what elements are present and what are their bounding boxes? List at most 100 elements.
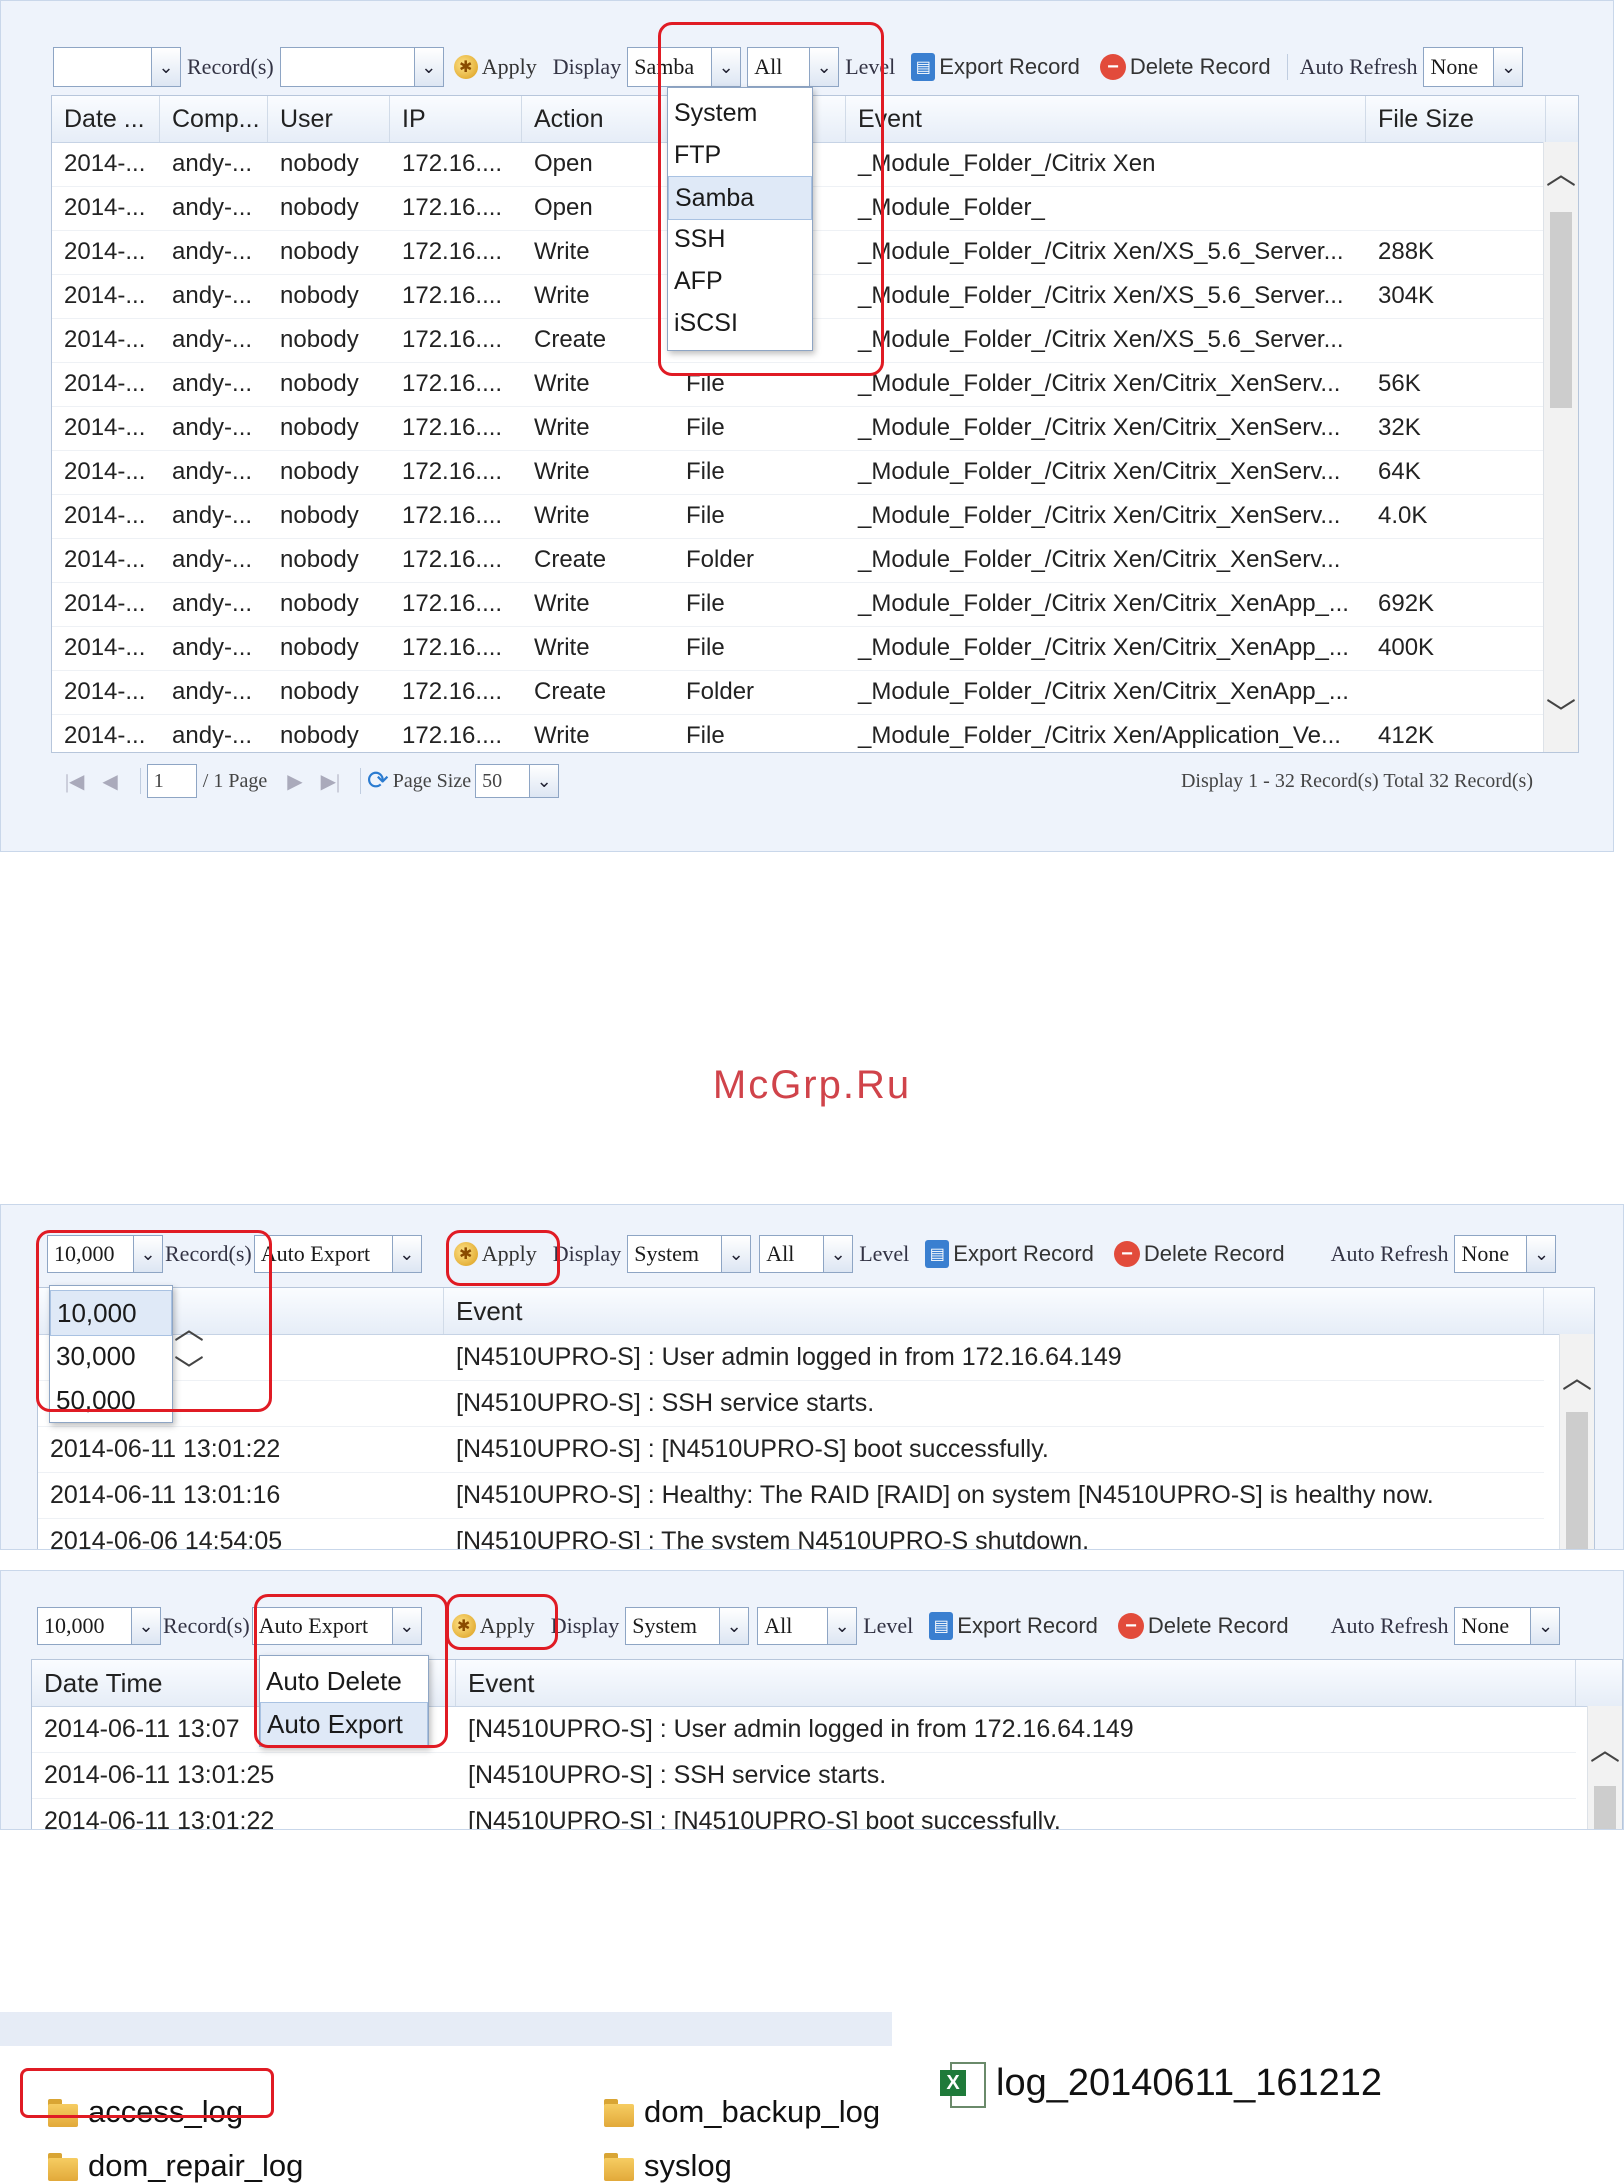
table-cell: File — [686, 590, 725, 617]
highlight-apply-button — [446, 1594, 558, 1650]
chevron-down-icon[interactable]: ﹀ — [1544, 700, 1578, 730]
table-row[interactable]: 2014-06-11 13:01:22 [N4510UPRO-S] : [N451… — [32, 1798, 1576, 1830]
action-select[interactable]: ⌄ — [279, 47, 444, 87]
auto-refresh-select[interactable]: None ⌄ — [1423, 47, 1524, 87]
action-select[interactable]: Auto Export ⌄ — [253, 1235, 422, 1273]
table-row[interactable]: 2014-... andy-... nobody 172.16.... Write Fil… — [52, 626, 1546, 671]
table-cell: 2014-... — [64, 282, 146, 309]
vertical-scrollbar[interactable]: ︿ — [1587, 1706, 1622, 1829]
table-cell: nobody — [280, 326, 359, 353]
vertical-scrollbar[interactable]: ︿ ﹀ — [1543, 142, 1578, 752]
chevron-down-icon[interactable]: ⌄ — [721, 1236, 751, 1272]
table-row[interactable]: 2014-... andy-... nobody 172.16.... Create Fo… — [52, 538, 1546, 583]
table-cell: andy-... — [172, 194, 253, 221]
table-cell: Write — [534, 238, 590, 265]
table-cell: Folder — [686, 678, 755, 705]
table-row[interactable]: 2014-... andy-... nobody 172.16.... Write Fil… — [52, 494, 1546, 539]
export-file-pane: Xlog_20140611_161212 — [892, 2012, 1508, 2176]
delete-record-button[interactable]: − Delete Record — [1104, 1241, 1295, 1267]
chevron-down-icon[interactable]: ⌄ — [131, 1608, 160, 1644]
level-select[interactable]: All ⌄ — [759, 1235, 854, 1273]
next-page-icon[interactable]: ▶ — [287, 769, 302, 794]
folder-syslog[interactable]: syslog — [604, 2148, 732, 2184]
export-record-button[interactable]: ▤ Export Record — [901, 53, 1090, 81]
last-page-icon[interactable]: ▶| — [321, 769, 340, 794]
level-select[interactable]: All ⌄ — [757, 1607, 858, 1645]
chevron-down-icon[interactable]: ⌄ — [391, 1236, 421, 1272]
first-page-icon[interactable]: |◀ — [65, 769, 84, 794]
table-row[interactable]: 2014-06-06 14:54:05 [N4510UPRO-S] : The s… — [38, 1518, 1544, 1550]
export-record-button[interactable]: ▤ Export Record — [915, 1240, 1104, 1268]
table-row[interactable]: 2014-06-11 13:01:25 [N4510UPRO-S] : SSH s… — [32, 1752, 1576, 1799]
table-row[interactable]: 2014-06-11 13:01:16 [N4510UPRO-S] : Healt… — [38, 1472, 1544, 1519]
column-header[interactable]: User — [268, 96, 390, 142]
export-record-button[interactable]: ▤ Export Record — [919, 1612, 1108, 1640]
page-number-input[interactable]: 1 — [146, 764, 197, 798]
folder-dom-backup-log[interactable]: dom_backup_log — [604, 2094, 880, 2130]
scrollbar-thumb[interactable] — [1550, 212, 1572, 408]
chevron-down-icon[interactable]: ⌄ — [1530, 1608, 1560, 1644]
table-cell: File — [686, 458, 725, 485]
column-header[interactable]: IP — [390, 96, 522, 142]
chevron-up-icon[interactable]: ︿ — [1588, 1736, 1622, 1766]
chevron-down-icon[interactable]: ⌄ — [413, 48, 443, 86]
column-header[interactable]: Date ... — [52, 96, 160, 142]
table-row[interactable]: 2014-... andy-... nobody 172.16.... Write Fil… — [52, 582, 1546, 627]
pager-divider — [360, 768, 361, 794]
refresh-icon[interactable]: ⟳ — [367, 766, 389, 796]
scrollbar-thumb[interactable] — [1566, 1412, 1588, 1549]
table-cell: 2014-06-11 13:01:25 — [44, 1760, 275, 1789]
chevron-down-icon[interactable]: ⌄ — [827, 1608, 857, 1644]
table-cell: nobody — [280, 590, 359, 617]
chevron-down-icon[interactable]: ⌄ — [1493, 48, 1523, 86]
table-cell: 172.16.... — [402, 194, 503, 221]
table-row[interactable]: 2014-... andy-... nobody 172.16.... Create Fo… — [52, 670, 1546, 715]
column-header[interactable]: Event — [456, 1660, 1576, 1706]
table-cell: _Module_Folder_/Citrix Xen/XS_5.6_Server… — [858, 282, 1344, 309]
table-row[interactable]: 2014-06-11 13:01:22 [N4510UPRO-S] : [N451… — [38, 1426, 1544, 1473]
display-select[interactable]: System ⌄ — [625, 1607, 750, 1645]
table-cell: 172.16.... — [402, 722, 503, 749]
export-icon: ▤ — [929, 1612, 954, 1640]
column-header[interactable]: Event — [846, 96, 1366, 142]
chevron-down-icon[interactable]: ⌄ — [719, 1608, 749, 1644]
records-select[interactable]: ⌄ — [53, 47, 181, 87]
page-size-label: Page Size — [392, 769, 472, 792]
table-cell: 56K — [1378, 370, 1421, 397]
table-cell: Write — [534, 502, 590, 529]
chevron-up-icon[interactable]: ︿ — [1560, 1364, 1594, 1394]
table-row[interactable]: 2014-... andy-... nobody 172.16.... Write Fil… — [52, 450, 1546, 495]
column-header[interactable]: File Size — [1366, 96, 1546, 142]
table-cell: _Module_Folder_/Citrix Xen/Citrix_XenApp… — [858, 634, 1349, 661]
table-cell: _Module_Folder_/Citrix Xen/XS_5.6_Server… — [858, 238, 1344, 265]
chevron-down-icon[interactable]: ⌄ — [1526, 1236, 1556, 1272]
auto-refresh-select[interactable]: None ⌄ — [1454, 1607, 1561, 1645]
pager: |◀ ◀ 1 / 1 Page ▶ ▶| ⟳ Page Size 50 ⌄ Dis… — [65, 761, 1613, 801]
column-header[interactable]: Event — [444, 1288, 1544, 1334]
table-row[interactable]: 2014-... andy-... nobody 172.16.... Write Fil… — [52, 406, 1546, 451]
folder-dom-repair-log[interactable]: dom_repair_log — [48, 2148, 303, 2184]
chevron-down-icon[interactable]: ⌄ — [151, 48, 180, 86]
table-cell: nobody — [280, 458, 359, 485]
prev-page-icon[interactable]: ◀ — [102, 769, 117, 794]
table-cell: 2014-... — [64, 370, 146, 397]
chevron-down-icon[interactable]: ⌄ — [823, 1236, 853, 1272]
page-size-select[interactable]: 50 ⌄ — [475, 764, 560, 798]
delete-record-button[interactable]: − Delete Record — [1108, 1613, 1299, 1639]
auto-refresh-select[interactable]: None ⌄ — [1454, 1235, 1557, 1273]
table-cell: Folder — [686, 546, 755, 573]
exported-log-file[interactable]: Xlog_20140611_161212 — [940, 2060, 1382, 2108]
table-cell: File — [686, 502, 725, 529]
chevron-up-icon[interactable]: ︿ — [1544, 160, 1578, 190]
scrollbar-thumb[interactable] — [1594, 1786, 1616, 1829]
apply-button[interactable]: ✱ Apply — [444, 54, 547, 80]
vertical-scrollbar[interactable]: ︿ — [1559, 1334, 1594, 1549]
table-row[interactable]: 2014-... andy-... nobody 172.16.... Write Fil… — [52, 714, 1546, 752]
records-select[interactable]: 10,000 ⌄ — [37, 1607, 161, 1645]
column-header[interactable]: Action — [522, 96, 674, 142]
display-select[interactable]: System ⌄ — [627, 1235, 752, 1273]
delete-record-button[interactable]: − Delete Record — [1090, 54, 1281, 80]
chevron-down-icon[interactable]: ⌄ — [529, 765, 559, 797]
column-header[interactable]: Comp... — [160, 96, 268, 142]
delete-icon: − — [1113, 1241, 1140, 1267]
